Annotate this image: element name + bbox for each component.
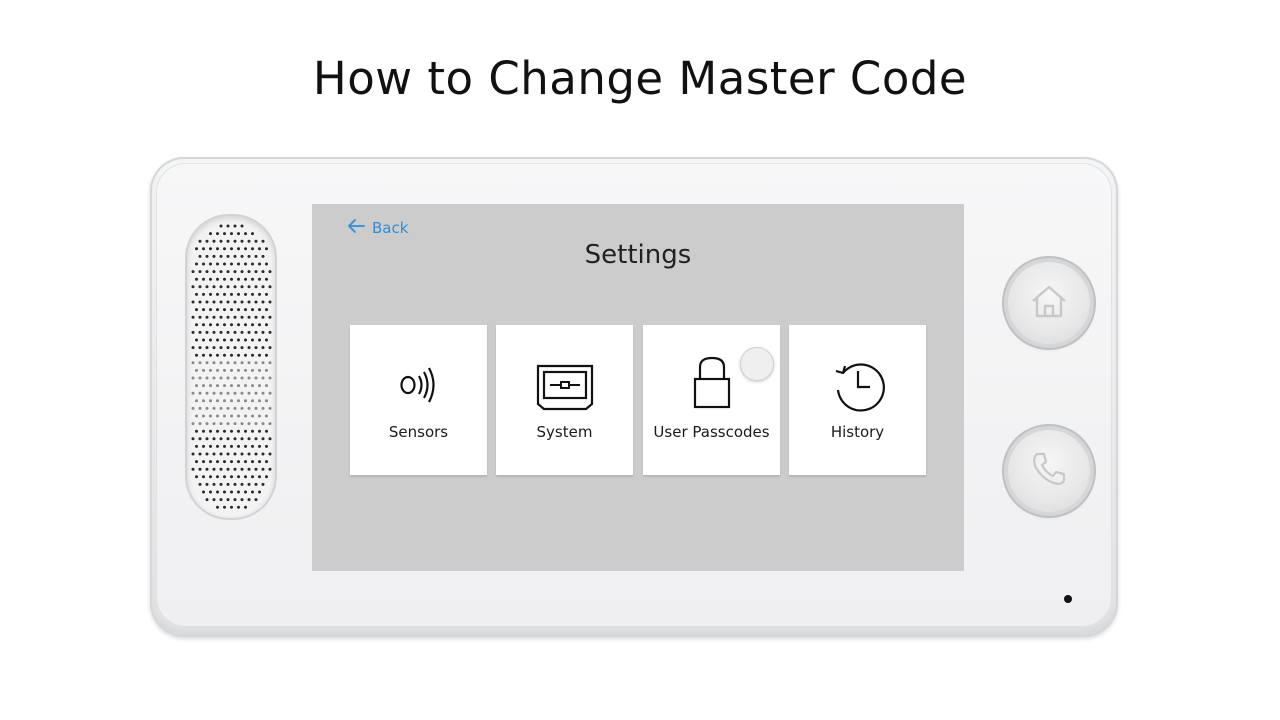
speaker-grille <box>185 214 277 520</box>
back-button[interactable]: Back <box>346 218 408 238</box>
history-clock-icon <box>789 357 926 413</box>
alarm-panel-device: Back Settings Sensors System User Passco… <box>150 157 1118 637</box>
tile-label-system: System <box>536 423 593 441</box>
call-button[interactable] <box>1008 430 1090 512</box>
status-led <box>1064 595 1072 603</box>
touch-indicator <box>740 347 774 381</box>
home-icon <box>1027 281 1071 325</box>
tile-label-user-passcodes: User Passcodes <box>653 423 770 441</box>
tile-label-sensors: Sensors <box>388 423 449 441</box>
home-button[interactable] <box>1008 262 1090 344</box>
screen-title: Settings <box>584 240 692 270</box>
tile-history[interactable]: History <box>789 325 926 475</box>
arrow-left-icon <box>346 218 366 238</box>
system-panel-icon <box>496 357 633 413</box>
page-title: How to Change Master Code <box>312 52 968 105</box>
tile-system[interactable]: System <box>496 325 633 475</box>
back-label: Back <box>372 219 409 237</box>
touch-screen: Back Settings Sensors System User Passco… <box>312 204 964 571</box>
tile-label-history: History <box>830 423 885 441</box>
speaker-holes <box>191 224 272 509</box>
tile-sensors[interactable]: Sensors <box>350 325 487 475</box>
tile-user-passcodes[interactable]: User Passcodes <box>643 325 780 475</box>
sensor-signal-icon <box>350 357 487 413</box>
phone-icon <box>1029 449 1069 493</box>
